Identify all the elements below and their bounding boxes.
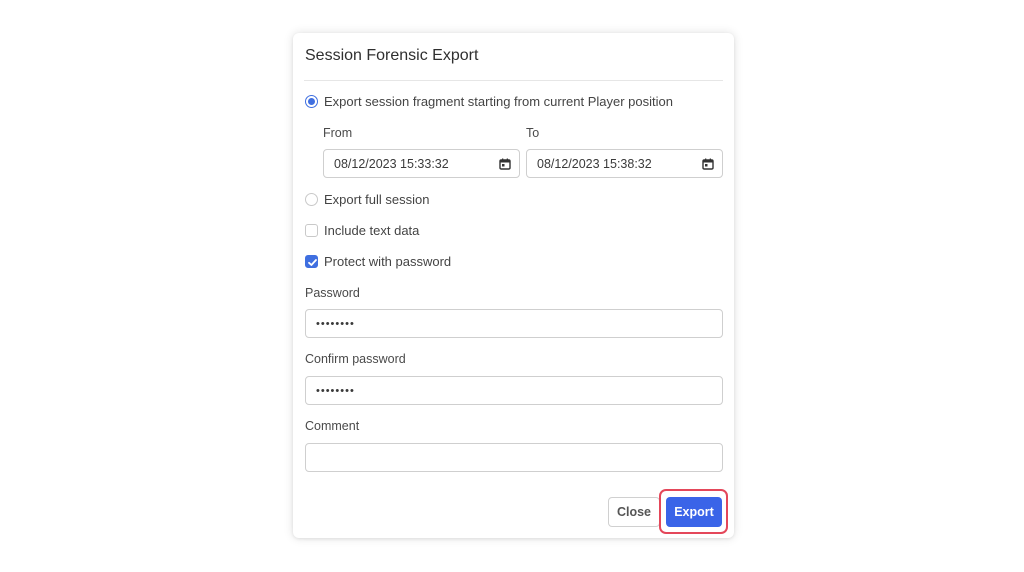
calendar-icon[interactable]	[499, 158, 511, 170]
full-session-radio[interactable]	[305, 193, 318, 206]
to-datetime-input[interactable]: 08/12/2023 15:38:32	[526, 149, 723, 178]
confirm-password-input[interactable]: ••••••••	[305, 376, 723, 405]
from-datetime-value: 08/12/2023 15:33:32	[334, 156, 449, 171]
full-session-option[interactable]: Export full session	[305, 192, 430, 207]
dialog-title: Session Forensic Export	[305, 47, 479, 64]
from-datetime-input[interactable]: 08/12/2023 15:33:32	[323, 149, 520, 178]
password-value: ••••••••	[316, 317, 355, 330]
include-text-checkbox[interactable]	[305, 224, 318, 237]
protect-password-label: Protect with password	[324, 254, 452, 269]
protect-password-checkbox[interactable]	[305, 255, 318, 268]
calendar-icon[interactable]	[702, 158, 714, 170]
password-label: Password	[305, 286, 360, 300]
password-input[interactable]: ••••••••	[305, 309, 723, 338]
to-label: To	[526, 126, 540, 140]
checkmark-icon	[308, 259, 317, 266]
export-button[interactable]: Export	[666, 497, 722, 527]
confirm-password-value: ••••••••	[316, 384, 355, 397]
full-session-label: Export full session	[324, 192, 430, 207]
protect-password-option[interactable]: Protect with password	[305, 254, 451, 269]
include-text-label: Include text data	[324, 223, 420, 238]
close-button[interactable]: Close	[608, 497, 660, 527]
title-divider	[304, 80, 723, 81]
confirm-password-label: Confirm password	[305, 352, 406, 366]
fragment-option[interactable]: Export session fragment starting from cu…	[305, 94, 673, 109]
fragment-radio[interactable]	[305, 95, 318, 108]
forensic-export-dialog: Session Forensic Export Export session f…	[293, 33, 734, 538]
comment-label: Comment	[305, 419, 360, 433]
to-datetime-value: 08/12/2023 15:38:32	[537, 156, 652, 171]
comment-input[interactable]	[305, 443, 723, 472]
fragment-option-label: Export session fragment starting from cu…	[324, 94, 673, 109]
from-label: From	[323, 126, 353, 140]
include-text-option[interactable]: Include text data	[305, 223, 419, 238]
